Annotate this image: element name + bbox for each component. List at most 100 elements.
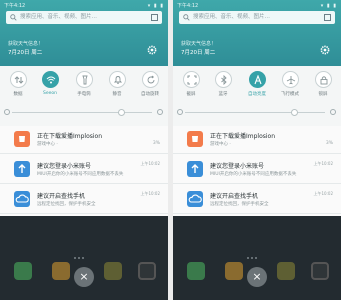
data-icon <box>14 76 23 84</box>
wifi-icon <box>46 76 55 84</box>
tile-label: 手电筒 <box>77 92 91 97</box>
quick-settings: 数据 Seeon 手电筒 静音 自动旋转 <box>0 66 168 126</box>
phone-screen-right: 下午4:12 ▾ ▮ ▮ 搜索应用、音乐、视频、图片… 获取天气信息！ 7月20… <box>173 0 341 300</box>
scan-icon[interactable] <box>151 14 158 21</box>
notification-time: 上午10:02 <box>313 191 333 196</box>
notification-item[interactable]: 建议开启查找手机 远程定位找回，保护手机安全 上午10:02 <box>0 186 168 214</box>
notification-time: 上午10:02 <box>313 161 333 166</box>
tile-label: 锁屏 <box>318 92 328 97</box>
phone-screen-left: 下午4:12 ▾ ▮ ▮ 搜索应用、音乐、视频、图片… 获取天气信息！ 7月20… <box>0 0 168 300</box>
tile-rotate[interactable]: 自动旋转 <box>138 71 162 97</box>
app-icon[interactable] <box>104 262 122 280</box>
tile-label: 自动旋转 <box>141 92 159 97</box>
upload-icon <box>14 161 30 177</box>
notification-subtitle: 游戏中心 · <box>210 142 231 147</box>
status-time: 下午4:12 <box>177 3 199 9</box>
tile-label: 静音 <box>112 92 122 97</box>
close-button[interactable]: × <box>74 267 94 287</box>
page-indicator <box>247 244 267 259</box>
tile-label: 自动亮度 <box>248 92 266 97</box>
notification-title: 建议您登录小米账号 <box>210 163 265 170</box>
notification-header: 下午4:12 ▾ ▮ ▮ 搜索应用、音乐、视频、图片… 获取天气信息！ 7月20… <box>173 0 341 66</box>
tile-wifi[interactable]: Seeon <box>38 71 62 96</box>
tile-screenshot[interactable]: 截屏 <box>179 71 203 97</box>
cloud-icon <box>14 191 30 207</box>
tile-label: 蓝牙 <box>218 92 228 97</box>
tile-airplane[interactable]: 飞行模式 <box>278 71 302 97</box>
notification-subtitle: MIUI开启你的小米账号不同应用数据不丢失 <box>210 172 297 177</box>
rotate-icon <box>147 75 154 84</box>
camera-app-icon[interactable] <box>138 262 156 280</box>
notification-title: 建议开启查找手机 <box>210 193 259 200</box>
upload-icon <box>187 161 203 177</box>
tile-label: 数据 <box>13 92 23 97</box>
quick-settings: 截屏 蓝牙 自动亮度 飞行模式 锁屏 <box>173 66 341 126</box>
search-bar[interactable]: 搜索应用、音乐、视频、图片… <box>179 11 335 24</box>
notification-header: 下午4:12 ▾ ▮ ▮ 搜索应用、音乐、视频、图片… 获取天气信息！ 7月20… <box>0 0 168 66</box>
weather-prompt[interactable]: 获取天气信息！ <box>8 40 43 47</box>
download-progress: 3% <box>325 141 333 146</box>
auto-brightness-icon <box>253 75 262 85</box>
tile-mute[interactable]: 静音 <box>105 71 129 97</box>
search-bar[interactable]: 搜索应用、音乐、视频、图片… <box>6 11 162 24</box>
gear-icon[interactable] <box>320 45 330 55</box>
tile-data[interactable]: 数据 <box>6 71 30 97</box>
download-icon <box>14 131 30 147</box>
bluetooth-icon <box>220 75 227 85</box>
brightness-slider-knob[interactable] <box>291 109 298 116</box>
notification-list: 正在下载爱播Implosion 游戏中心 · 3% 建议您登录小米账号 MIUI… <box>0 126 168 216</box>
notification-title: 建议您登录小米账号 <box>37 163 92 170</box>
app-icon[interactable] <box>277 262 295 280</box>
brightness-slider[interactable] <box>12 112 152 113</box>
status-icons: ▾ ▮ ▮ <box>147 3 164 9</box>
search-icon <box>183 14 190 21</box>
phone-app-icon[interactable] <box>14 262 32 280</box>
tile-bluetooth[interactable]: 蓝牙 <box>211 71 235 97</box>
flashlight-icon <box>81 75 88 85</box>
cloud-icon <box>187 191 203 207</box>
status-bar: 下午4:12 ▾ ▮ ▮ <box>4 2 164 10</box>
notification-item[interactable]: 建议开启查找手机 远程定位找回，保护手机安全 上午10:02 <box>173 186 341 214</box>
tile-flashlight[interactable]: 手电筒 <box>72 71 96 97</box>
brightness-high-icon <box>157 109 163 115</box>
screenshot-icon <box>187 75 196 85</box>
phone-app-icon[interactable] <box>187 262 205 280</box>
status-icons: ▾ ▮ ▮ <box>320 3 337 9</box>
download-icon <box>187 131 203 147</box>
date-text: 7月20日 周二 <box>181 50 216 56</box>
notification-subtitle: 游戏中心 · <box>37 142 58 147</box>
airplane-icon <box>286 76 295 85</box>
notification-subtitle: 远程定位找回，保护手机安全 <box>37 202 96 207</box>
close-button[interactable]: × <box>247 267 267 287</box>
notification-title: 正在下载爱播Implosion <box>210 133 276 140</box>
camera-app-icon[interactable] <box>311 262 329 280</box>
brightness-low-icon <box>4 109 10 115</box>
lock-icon <box>320 76 327 85</box>
gear-icon[interactable] <box>147 45 157 55</box>
app-icon[interactable] <box>52 262 70 280</box>
notification-title: 正在下载爱播Implosion <box>37 133 103 140</box>
tile-label: 截屏 <box>186 92 196 97</box>
bell-icon <box>113 76 122 85</box>
search-placeholder: 搜索应用、音乐、视频、图片… <box>20 14 98 20</box>
notification-item[interactable]: 建议您登录小米账号 MIUI开启你的小米账号不同应用数据不丢失 上午10:02 <box>0 156 168 184</box>
brightness-slider-knob[interactable] <box>118 109 125 116</box>
brightness-low-icon <box>177 109 183 115</box>
page-indicator <box>74 244 94 259</box>
notification-time: 上午10:02 <box>140 191 160 196</box>
notification-item[interactable]: 正在下载爱播Implosion 游戏中心 · 3% <box>173 126 341 154</box>
scan-icon[interactable] <box>324 14 331 21</box>
brightness-slider[interactable] <box>185 112 325 113</box>
search-placeholder: 搜索应用、音乐、视频、图片… <box>193 14 271 20</box>
app-icon[interactable] <box>225 262 243 280</box>
tile-auto-brightness[interactable]: 自动亮度 <box>245 71 269 97</box>
weather-prompt[interactable]: 获取天气信息！ <box>181 40 216 47</box>
notification-subtitle: MIUI开启你的小米账号不同应用数据不丢失 <box>37 172 124 177</box>
notification-title: 建议开启查找手机 <box>37 193 86 200</box>
date-text: 7月20日 周二 <box>8 50 43 56</box>
notification-item[interactable]: 正在下载爱播Implosion 游戏中心 · 3% <box>0 126 168 154</box>
tile-label: Seeon <box>43 91 57 96</box>
notification-time: 上午10:02 <box>140 161 160 166</box>
tile-lock[interactable]: 锁屏 <box>311 71 335 97</box>
notification-item[interactable]: 建议您登录小米账号 MIUI开启你的小米账号不同应用数据不丢失 上午10:02 <box>173 156 341 184</box>
